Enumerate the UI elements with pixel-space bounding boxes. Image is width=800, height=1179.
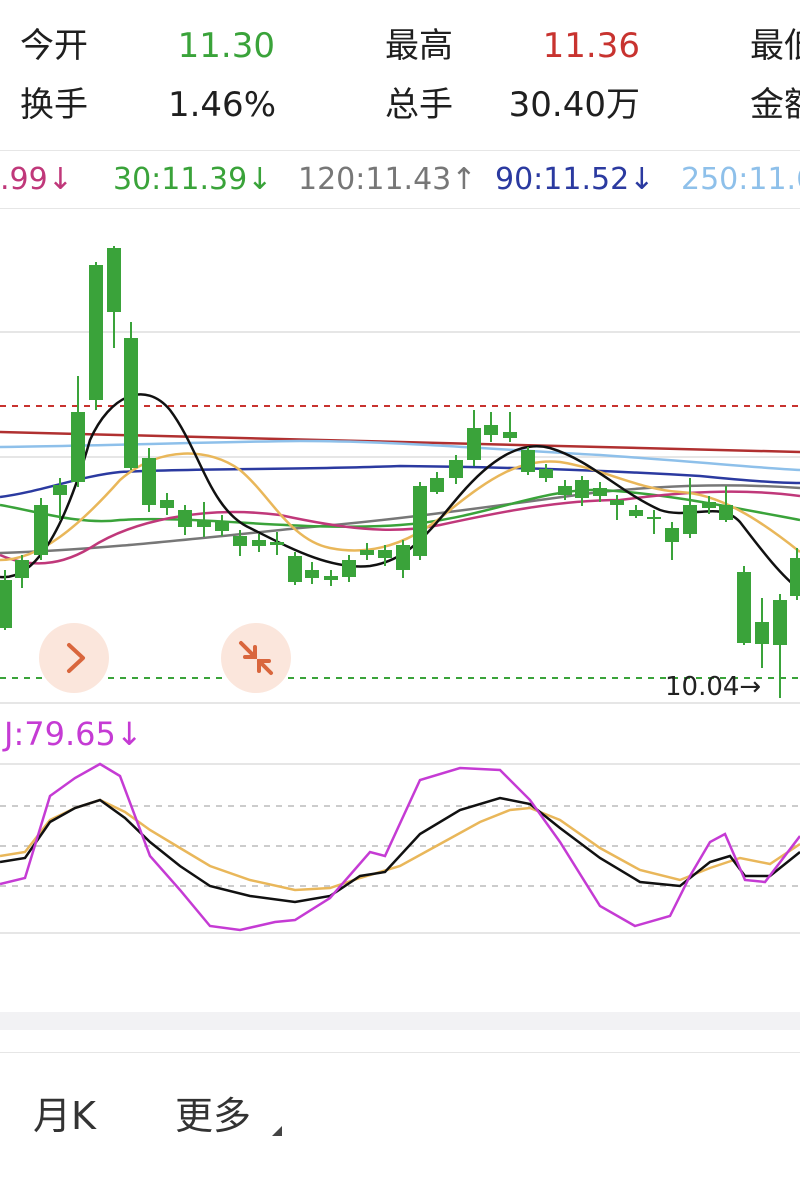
ma-orange-line [0,452,800,562]
candle-down [142,458,156,505]
candle-down [737,572,751,643]
candle-down [430,478,444,492]
candle-down [719,505,733,520]
candle-down [610,500,624,505]
candle-down [396,545,410,570]
candle-down [305,570,319,578]
candle-down [521,450,535,472]
candle-down [484,425,498,435]
candlestick-chart[interactable]: 10.04→ [0,210,800,704]
turnover-value: 1.46% [167,85,276,125]
kdj-label: J:79.65↓ [4,715,143,753]
candle-down [53,485,67,495]
volume-value: 30.40万 [508,85,640,125]
shrink-arrows-icon [239,641,273,675]
expand-button[interactable] [39,623,109,693]
candle-down [252,540,266,546]
candle-down [503,432,517,438]
volume-label: 总手 [385,85,453,125]
candle-down [178,510,192,527]
candle-down [702,502,716,508]
candle-down [233,536,247,546]
period-tabs: 月K 更多 [0,1052,800,1179]
quote-panel: 今开 11.30 最高 11.36 最低 换手 1.46% 总手 30.40万 … [0,0,800,150]
candle-down [683,505,697,534]
ma-long-red-line [0,430,800,454]
turnover-label: 换手 [20,85,88,125]
divider [0,208,800,209]
candle-down [197,520,211,527]
collapse-button[interactable] [221,623,291,693]
tab-month-k[interactable]: 月K [33,1092,96,1140]
candle-down [413,486,427,556]
ma90-value: 90:11.52↓ [495,162,655,197]
dropdown-corner-icon [272,1126,282,1136]
section-divider [0,1012,800,1030]
ma30-value: 30:11.39↓ [113,162,273,197]
open-label: 今开 [20,26,88,66]
candle-down [360,550,374,555]
candle-down [0,580,12,628]
chevron-right-icon [67,643,85,673]
ma-short-value: .99↓ [0,162,73,197]
candle-down [324,576,338,580]
candle-down [467,428,481,460]
candle-down [15,560,29,578]
high-label: 最高 [385,26,453,66]
candle-down [107,248,121,312]
ma250-value: 250:11.6 [681,162,800,197]
kdj-j-line [0,762,800,932]
candle-down [575,480,589,498]
candle-down [124,338,138,468]
candle-down [160,500,174,508]
candle-down [89,265,103,400]
candle-down [790,558,800,596]
candle-down [665,528,679,542]
candle-down [342,560,356,577]
candle-down [270,542,284,545]
candle-down [71,412,85,482]
kdj-chart[interactable] [0,760,800,940]
ma-indicator-bar: .99↓ 30:11.39↓ 120:11.43↑ 90:11.52↓ 250:… [0,160,800,204]
candle-down [215,522,229,531]
low-label: 最低 [750,26,800,66]
candle-down [558,486,572,495]
candle-down [34,505,48,555]
candle-down [755,622,769,644]
candle-down [378,550,392,558]
amount-label: 金额 [750,85,800,125]
ma120-value: 120:11.43↑ [298,162,477,197]
low-price-marker: 10.04→ [665,672,761,702]
candle-down [629,510,643,516]
candle-down [539,469,553,478]
candle-down [647,517,661,519]
candle-down [449,460,463,478]
candle-down [773,600,787,645]
candle-down [288,556,302,582]
divider [0,150,800,151]
tab-more[interactable]: 更多 [175,1092,251,1140]
ma30-line [0,488,800,528]
open-value: 11.30 [177,26,275,66]
high-value: 11.36 [542,26,640,66]
candle-down [593,488,607,496]
